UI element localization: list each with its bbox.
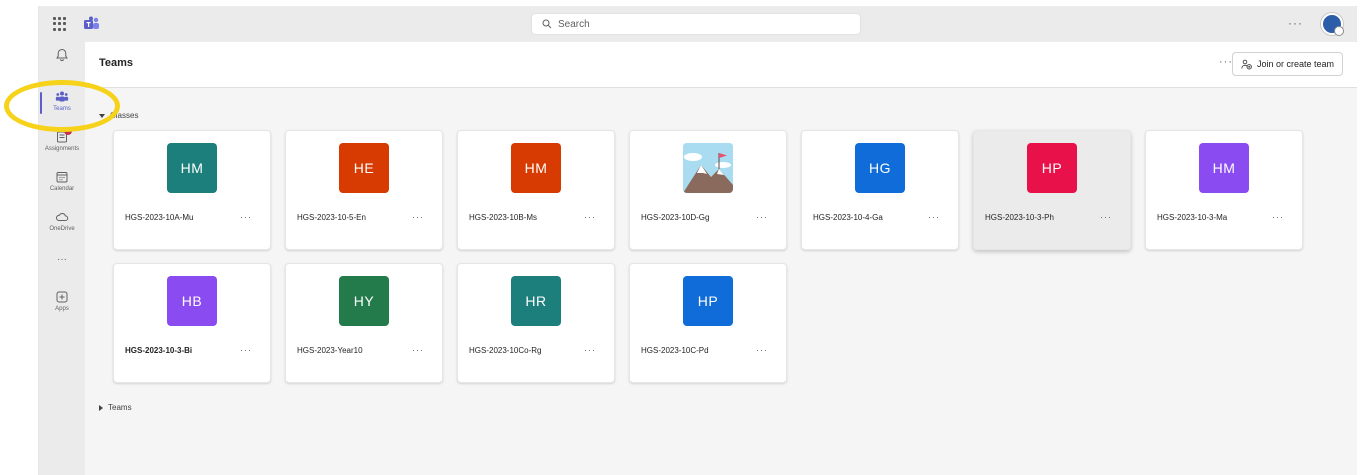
rail-item-more[interactable]: ···: [39, 254, 85, 265]
class-card-name: HGS-2023-Year10: [297, 346, 363, 355]
class-card[interactable]: HM HGS-2023-10-3-Ma ···: [1145, 130, 1303, 250]
card-more-options-button[interactable]: ···: [240, 345, 252, 355]
bell-icon: [56, 48, 68, 62]
class-card[interactable]: HGS-2023-10D-Gg ···: [629, 130, 787, 250]
card-more-options-button[interactable]: ···: [1100, 212, 1112, 222]
card-more-options-button[interactable]: ···: [1272, 212, 1284, 222]
rail-item-activity[interactable]: [39, 48, 85, 62]
teams-app-window: Search ··· Teams Assignments Calendar On…: [38, 6, 1357, 475]
card-more-options-button[interactable]: ···: [240, 212, 252, 222]
teams-icon: [55, 91, 69, 102]
class-card[interactable]: HG HGS-2023-10-4-Ga ···: [801, 130, 959, 250]
rail-item-calendar[interactable]: Calendar: [39, 170, 85, 192]
section-teams-label: Teams: [108, 403, 132, 412]
class-card-name: HGS-2023-10B-Ms: [469, 213, 538, 222]
team-avatar-tile: HY: [339, 276, 389, 326]
class-card-name: HGS-2023-10-3-Bi: [125, 346, 193, 355]
card-more-options-button[interactable]: ···: [756, 345, 768, 355]
team-avatar-tile: HG: [855, 143, 905, 193]
teams-logo-icon: [84, 16, 99, 29]
main-header: Teams ··· Join or create team: [85, 42, 1357, 88]
top-bar: Search ···: [39, 6, 1357, 42]
rail-label-calendar: Calendar: [49, 186, 75, 192]
team-avatar-tile: HE: [339, 143, 389, 193]
class-card-name: HGS-2023-10-3-Ph: [985, 213, 1054, 222]
rail-item-assignments[interactable]: Assignments: [39, 127, 85, 152]
more-icon: ···: [57, 254, 67, 265]
notification-badge: [64, 127, 72, 135]
team-avatar-tile: HP: [683, 276, 733, 326]
class-card[interactable]: HM HGS-2023-10A-Mu ···: [113, 130, 271, 250]
header-more-button[interactable]: ···: [1219, 56, 1233, 68]
class-card[interactable]: HP HGS-2023-10-3-Ph ···: [973, 130, 1131, 250]
search-icon: [542, 19, 552, 29]
card-more-options-button[interactable]: ···: [584, 212, 596, 222]
rail-label-onedrive: OneDrive: [49, 226, 75, 232]
team-avatar-tile: HR: [511, 276, 561, 326]
class-card-name: HGS-2023-10Co-Rg: [469, 346, 542, 355]
card-more-options-button[interactable]: ···: [928, 212, 940, 222]
class-card-name: HGS-2023-10-3-Ma: [1157, 213, 1228, 222]
rail-label-apps: Apps: [55, 306, 69, 312]
search-placeholder: Search: [558, 18, 590, 30]
class-card-name: HGS-2023-10D-Gg: [641, 213, 710, 222]
class-card[interactable]: HY HGS-2023-Year10 ···: [285, 263, 443, 383]
rail-label-assignments: Assignments: [44, 146, 80, 152]
class-card[interactable]: HM HGS-2023-10B-Ms ···: [457, 130, 615, 250]
app-bar: Teams Assignments Calendar OneDrive ··· …: [39, 42, 85, 475]
mountain-flag-icon: [683, 143, 733, 193]
section-classes-label: Classes: [110, 111, 139, 120]
card-more-options-button[interactable]: ···: [584, 345, 596, 355]
rail-item-onedrive[interactable]: OneDrive: [39, 210, 85, 232]
join-or-create-team-button[interactable]: Join or create team: [1231, 52, 1343, 76]
team-avatar-tile: HM: [511, 143, 561, 193]
class-card-name: HGS-2023-10C-Pd: [641, 346, 709, 355]
teams-main-panel: Teams ··· Join or create team Classes HM…: [85, 42, 1357, 475]
team-avatar-tile: HP: [1027, 143, 1077, 193]
team-avatar-tile: HB: [167, 276, 217, 326]
cloud-icon: [56, 212, 69, 221]
rail-item-teams[interactable]: Teams: [39, 90, 85, 114]
card-more-options-button[interactable]: ···: [412, 345, 424, 355]
card-more-options-button[interactable]: ···: [412, 212, 424, 222]
class-card[interactable]: HE HGS-2023-10-5-En ···: [285, 130, 443, 250]
class-card-name: HGS-2023-10-4-Ga: [813, 213, 883, 222]
search-input[interactable]: Search: [531, 13, 861, 35]
chevron-down-icon: [99, 113, 105, 118]
class-card[interactable]: HR HGS-2023-10Co-Rg ···: [457, 263, 615, 383]
settings-more-button[interactable]: ···: [1288, 16, 1303, 30]
calendar-icon: [56, 172, 68, 183]
class-card-name: HGS-2023-10-5-En: [297, 213, 366, 222]
section-classes-header[interactable]: Classes: [99, 111, 138, 120]
join-button-label: Join or create team: [1256, 59, 1334, 69]
team-avatar-tile: HM: [167, 143, 217, 193]
page-title: Teams: [99, 57, 134, 69]
chevron-right-icon: [99, 404, 103, 411]
card-more-options-button[interactable]: ···: [756, 212, 768, 222]
people-add-icon: [1241, 59, 1252, 69]
apps-icon: [56, 291, 68, 303]
section-teams-header[interactable]: Teams: [99, 403, 132, 412]
class-card[interactable]: HP HGS-2023-10C-Pd ···: [629, 263, 787, 383]
avatar[interactable]: [1321, 13, 1344, 36]
team-avatar-tile: HM: [1199, 143, 1249, 193]
rail-item-apps[interactable]: Apps: [39, 290, 85, 312]
app-launcher-icon[interactable]: [53, 17, 67, 31]
class-card[interactable]: HB HGS-2023-10-3-Bi ···: [113, 263, 271, 383]
rail-label-teams: Teams: [53, 106, 71, 112]
class-card-name: HGS-2023-10A-Mu: [125, 213, 194, 222]
